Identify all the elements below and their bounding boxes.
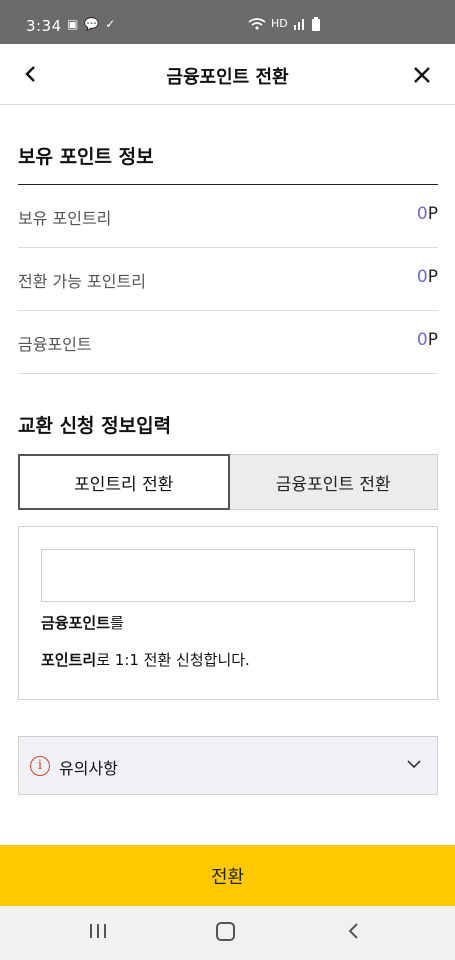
holdings-section-title: 보유 포인트 정보 xyxy=(18,146,154,168)
chat-icon: 💬 xyxy=(84,17,100,31)
signal-icon xyxy=(293,19,304,30)
points-unit: P xyxy=(427,204,438,224)
conversion-panel: 금융포인트를 포인트리로 1:1 전환 신청합니다. xyxy=(18,526,438,700)
page-title: 금융포인트 전환 xyxy=(166,67,289,88)
status-time: 3:34 xyxy=(26,17,62,35)
row-value: 0P xyxy=(417,267,438,287)
points-unit: P xyxy=(427,330,438,350)
row-label: 보유 포인트리 xyxy=(18,209,112,228)
wifi-icon xyxy=(248,18,266,30)
row-value: 0P xyxy=(417,330,438,350)
chevron-down-icon xyxy=(405,753,423,780)
holding-row-convertible: 전환 가능 포인트리 0P xyxy=(18,248,438,311)
conversion-source-text: 금융포인트를 xyxy=(41,614,124,632)
close-icon xyxy=(414,67,430,83)
amount-input[interactable] xyxy=(41,549,415,602)
status-bar: 3:34 ▣ 💬 ✓ HD xyxy=(0,0,455,44)
points-number: 0 xyxy=(416,267,428,287)
system-back-button[interactable] xyxy=(346,920,362,946)
conversion-tabs: 포인트리 전환 금융포인트 전환 xyxy=(18,454,438,510)
points-number: 0 xyxy=(416,204,428,224)
info-icon: i xyxy=(30,756,50,776)
battery-icon xyxy=(311,17,320,31)
close-button[interactable] xyxy=(411,61,435,87)
chevron-left-icon xyxy=(348,923,358,939)
check-icon: ✓ xyxy=(105,17,116,31)
row-label: 금융포인트 xyxy=(18,335,92,354)
system-icons: HD xyxy=(248,17,320,31)
hd-icon: HD xyxy=(271,17,288,30)
tab-pointree-convert[interactable]: 포인트리 전환 xyxy=(18,454,230,510)
app-bar: 금융포인트 전환 xyxy=(0,44,455,105)
notice-label: 유의사항 xyxy=(59,759,118,778)
gallery-icon: ▣ xyxy=(67,17,79,31)
recent-apps-icon xyxy=(90,924,106,938)
holding-row-financial: 금융포인트 0P xyxy=(18,311,438,374)
system-nav-bar xyxy=(0,906,455,960)
points-unit: P xyxy=(427,267,438,287)
notice-accordion[interactable]: i 유의사항 xyxy=(18,736,438,795)
holding-row-pointree: 보유 포인트리 0P xyxy=(18,185,438,248)
exchange-section-title: 교환 신청 정보입력 xyxy=(18,415,172,437)
convert-button[interactable]: 전환 xyxy=(0,845,455,906)
row-label: 전환 가능 포인트리 xyxy=(18,272,146,291)
points-number: 0 xyxy=(416,330,428,350)
conversion-target-text: 포인트리로 1:1 전환 신청합니다. xyxy=(41,651,250,669)
notification-icons: ▣ 💬 ✓ xyxy=(67,17,115,31)
row-value: 0P xyxy=(417,204,438,224)
home-button[interactable] xyxy=(216,922,235,941)
recent-apps-button[interactable] xyxy=(88,920,108,946)
tab-financial-convert[interactable]: 금융포인트 전환 xyxy=(229,454,438,510)
